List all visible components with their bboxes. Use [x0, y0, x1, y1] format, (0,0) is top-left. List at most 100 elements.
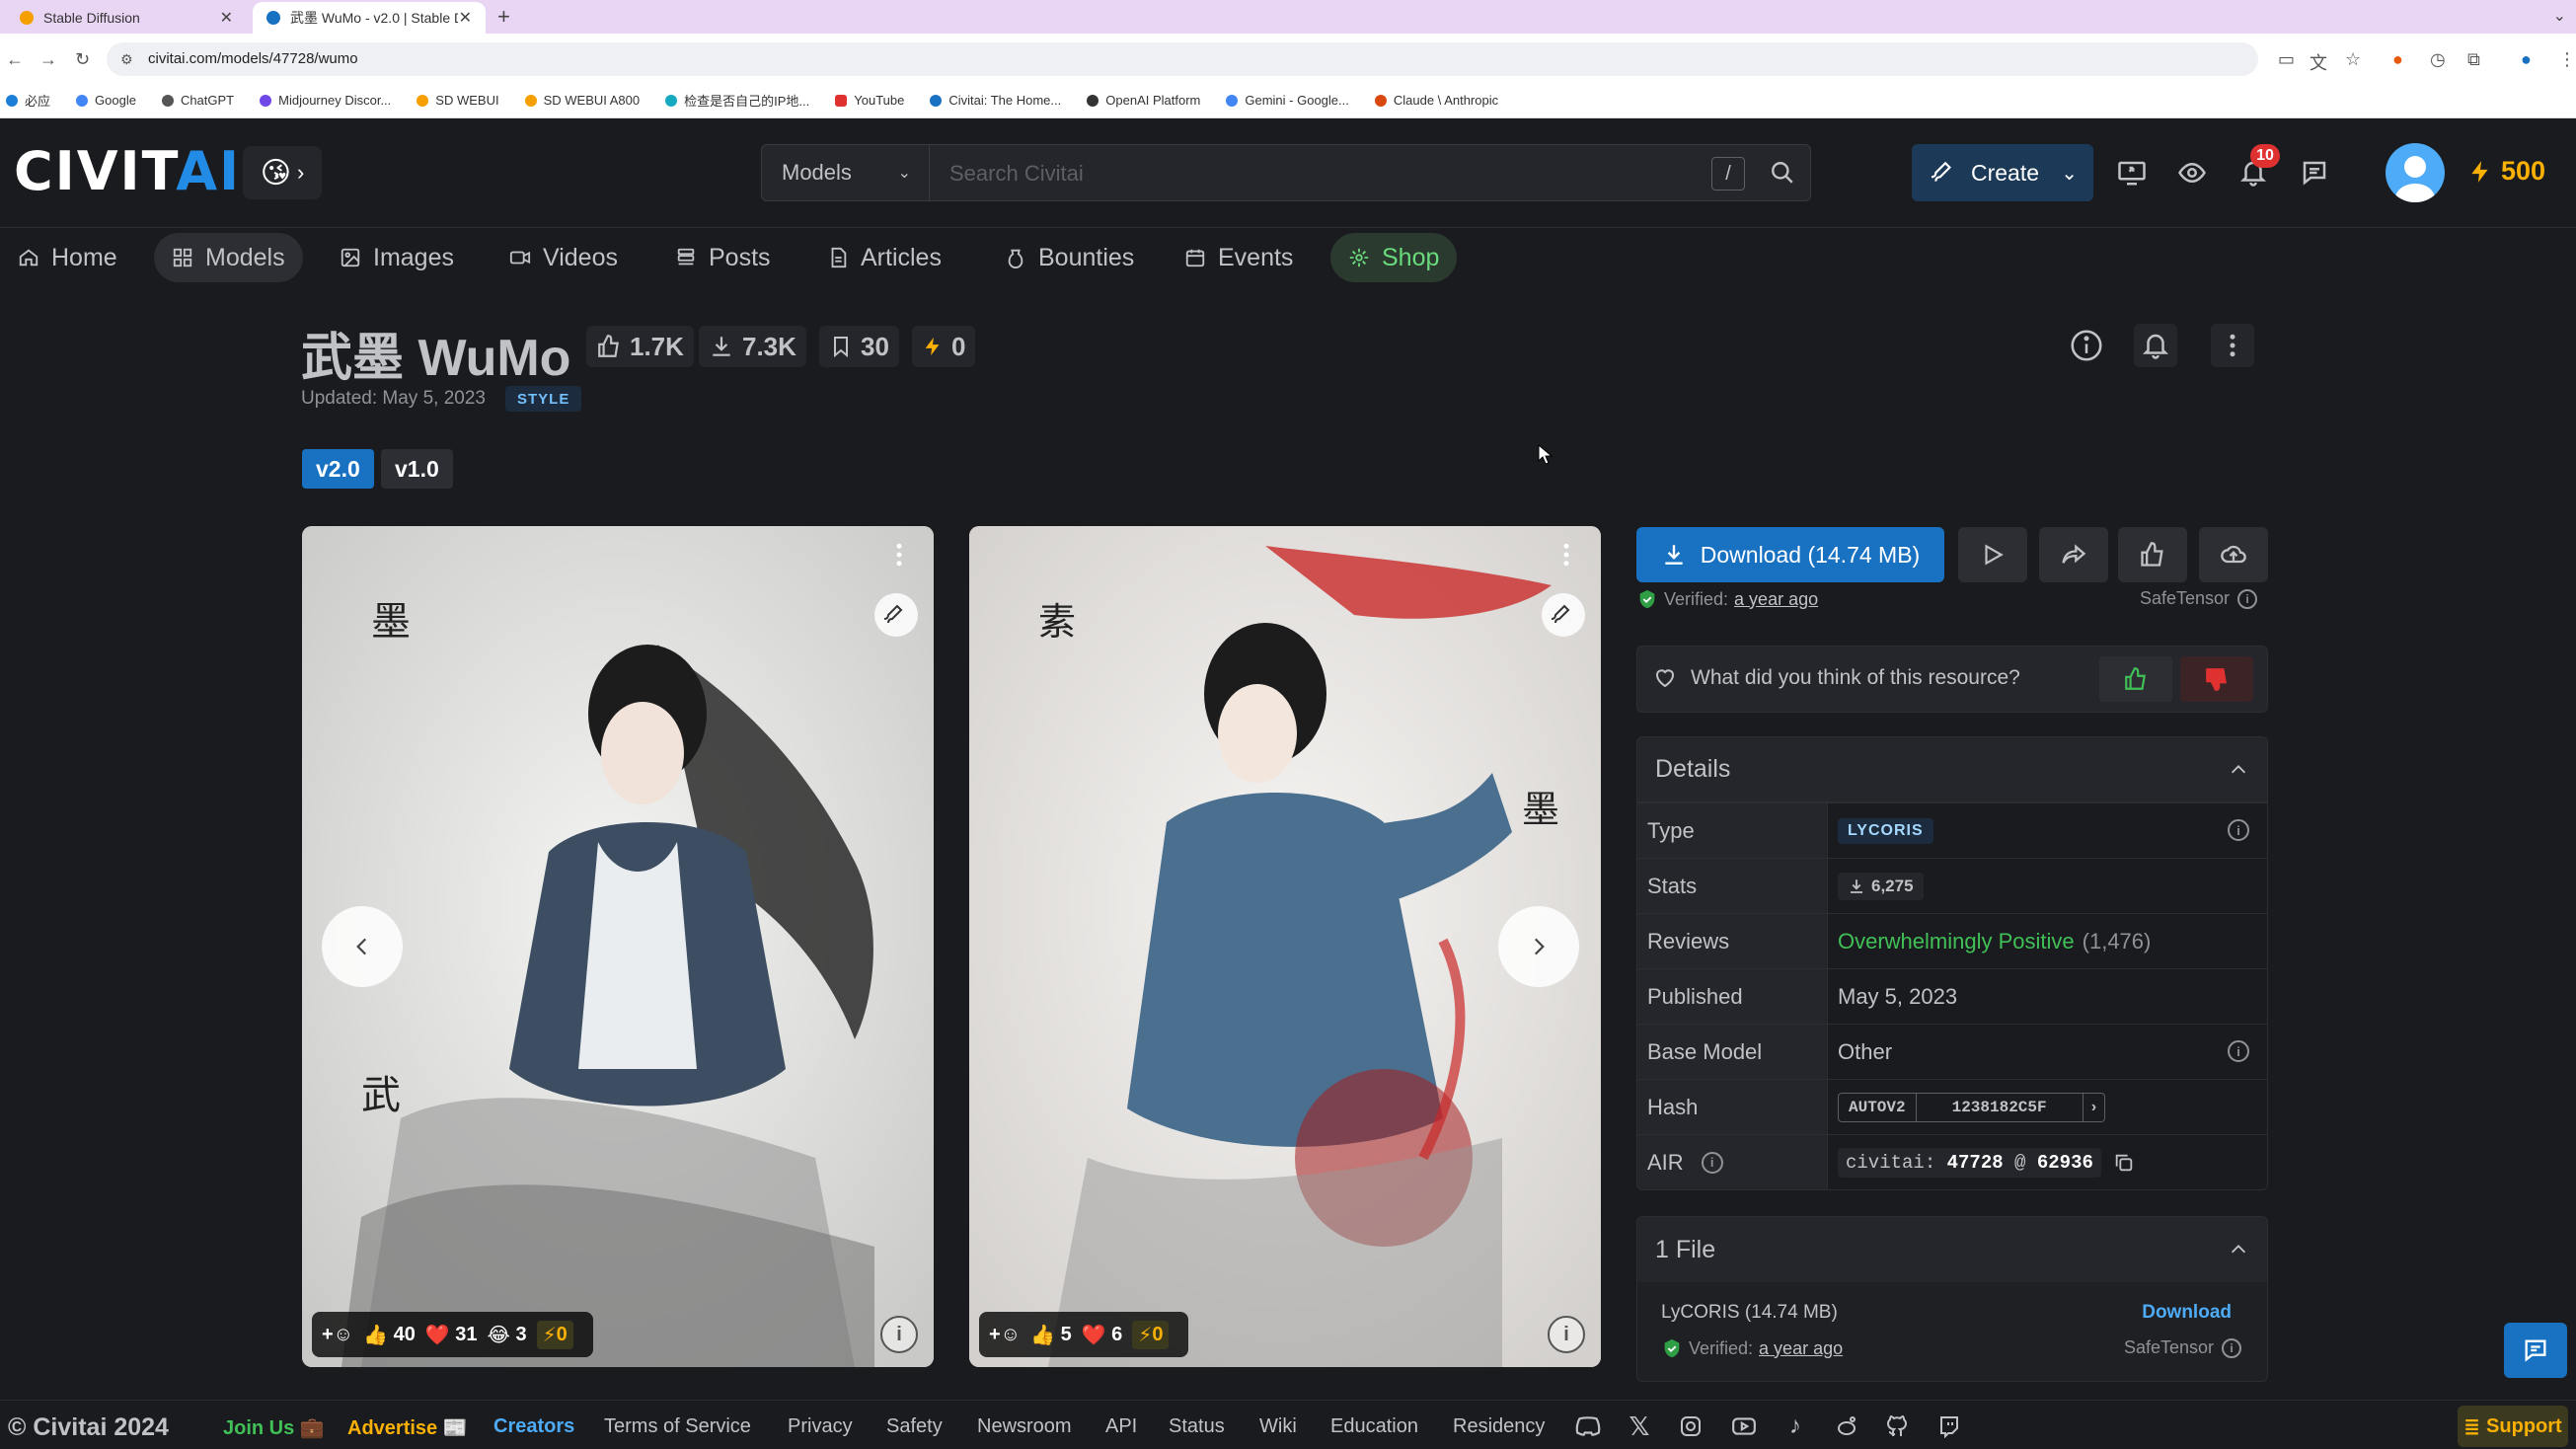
github-icon[interactable] [1885, 1413, 1911, 1439]
back-icon[interactable]: ← [6, 49, 24, 70]
profile-icon[interactable]: ● [2521, 49, 2532, 70]
browser-tab-wumo[interactable]: 武墨 WuMo - v2.0 | Stable Di... ✕ [253, 2, 486, 34]
run-generate-button[interactable] [1958, 527, 2027, 582]
translate-icon[interactable]: 文 [2310, 49, 2327, 75]
bookmark-item[interactable]: Midjourney Discor... [260, 93, 391, 108]
copy-icon[interactable] [2113, 1152, 2135, 1174]
reddit-icon[interactable] [1834, 1413, 1859, 1439]
bookmark-item[interactable]: Claude \ Anthropic [1374, 93, 1498, 108]
add-reaction-button[interactable]: +☺ [322, 1324, 353, 1346]
close-tab-icon[interactable]: ✕ [459, 8, 472, 28]
info-icon[interactable]: i [1701, 1151, 1723, 1174]
new-tab-button[interactable]: + [497, 4, 510, 30]
forward-icon[interactable]: → [39, 49, 57, 70]
nav-models[interactable]: Models [154, 233, 303, 282]
extensions-puzzle-icon[interactable]: ⧉ [2467, 49, 2480, 70]
like-button[interactable] [2118, 527, 2187, 582]
image-options-button[interactable] [1552, 540, 1581, 574]
bookmark-item[interactable]: OpenAI Platform [1087, 93, 1200, 108]
info-icon[interactable]: i [2228, 819, 2249, 841]
footer-residency[interactable]: Residency [1453, 1415, 1545, 1438]
bookmark-item[interactable]: Gemini - Google... [1226, 93, 1349, 108]
save-to-cloud-button[interactable] [2199, 527, 2268, 582]
browser-menu-icon[interactable]: ⋮ [2558, 49, 2576, 70]
remix-button[interactable] [1542, 593, 1585, 637]
footer-status[interactable]: Status [1169, 1415, 1225, 1438]
image-info-button[interactable]: i [1548, 1316, 1585, 1353]
nav-shop[interactable]: Shop [1330, 233, 1458, 282]
bookmark-item[interactable]: YouTube [835, 93, 904, 108]
footer-newsroom[interactable]: Newsroom [977, 1415, 1072, 1438]
eye-visibility-icon[interactable] [2175, 156, 2209, 190]
info-icon[interactable]: i [2237, 588, 2258, 609]
footer-wiki[interactable]: Wiki [1259, 1415, 1297, 1438]
download-button[interactable]: Download (14.74 MB) [1636, 527, 1944, 582]
like-reaction[interactable]: 👍 40 [363, 1323, 416, 1347]
user-avatar[interactable] [2386, 143, 2445, 202]
bookmark-item[interactable]: 检查是否自己的IP地... [665, 91, 809, 110]
bookmark-item[interactable]: 必应 [6, 91, 50, 110]
reload-icon[interactable]: ↻ [75, 49, 90, 70]
bookmark-item[interactable]: Google [76, 93, 136, 108]
youtube-icon[interactable] [1731, 1413, 1757, 1439]
support-button[interactable]: ≣ Support [2458, 1406, 2568, 1447]
buzz-balance[interactable]: 500 [2467, 156, 2545, 187]
files-header[interactable]: 1 File [1637, 1217, 2267, 1282]
review-thumbs-down-button[interactable] [2180, 656, 2253, 702]
footer-terms[interactable]: Terms of Service [604, 1415, 751, 1438]
details-header[interactable]: Details [1637, 737, 2267, 802]
search-input[interactable] [932, 145, 1702, 202]
version-tab-v2[interactable]: v2.0 [302, 449, 374, 489]
tiktok-icon[interactable]: ♪ [1782, 1412, 1808, 1439]
gallery-next-button[interactable] [1498, 906, 1579, 987]
more-options-button[interactable] [2211, 324, 2254, 367]
civitai-logo[interactable]: CIVITAI [14, 140, 241, 202]
nav-posts[interactable]: Posts [657, 233, 789, 282]
nav-videos[interactable]: Videos [492, 233, 636, 282]
info-icon[interactable]: i [2228, 1040, 2249, 1062]
file-download-link[interactable]: Download [2142, 1302, 2232, 1324]
chat-messages-icon[interactable] [2298, 156, 2331, 190]
nav-articles[interactable]: Articles [809, 233, 959, 282]
site-info-icon[interactable]: ⚙ [120, 42, 133, 76]
chat-support-button[interactable] [2504, 1323, 2567, 1378]
type-badge[interactable]: LYCORIS [1838, 817, 1933, 844]
version-tab-v1[interactable]: v1.0 [381, 449, 453, 489]
close-tab-icon[interactable]: ✕ [220, 8, 233, 28]
bookmark-item[interactable]: SD WEBUI [417, 93, 499, 108]
hash-selector[interactable]: AUTOV2 1238182C5F › [1838, 1092, 2106, 1122]
footer-api[interactable]: API [1105, 1415, 1137, 1438]
footer-creators[interactable]: Creators [493, 1415, 574, 1438]
chevron-right-icon[interactable]: › [2082, 1093, 2105, 1121]
search-button[interactable] [1755, 145, 1810, 200]
share-button[interactable] [2039, 527, 2108, 582]
history-icon[interactable]: ◷ [2430, 49, 2446, 70]
footer-join-us[interactable]: Join Us 💼 [223, 1415, 325, 1440]
heart-reaction[interactable]: ❤️ 6 [1082, 1323, 1123, 1347]
verified-time-link[interactable]: a year ago [1734, 589, 1818, 610]
review-thumbs-up-button[interactable] [2099, 656, 2172, 702]
add-reaction-button[interactable]: +☺ [989, 1324, 1021, 1346]
style-tag-badge[interactable]: STYLE [505, 386, 582, 412]
heart-reaction[interactable]: ❤️ 31 [425, 1323, 478, 1347]
browser-tab-stable-diffusion[interactable]: Stable Diffusion ✕ [6, 2, 247, 34]
info-icon[interactable]: i [2222, 1337, 2241, 1358]
tab-search-icon[interactable]: ⌄ [2553, 6, 2566, 26]
twitch-icon[interactable] [1936, 1413, 1962, 1439]
buzz-tip-reaction[interactable]: ⚡ 0 [536, 1320, 573, 1349]
bookmark-star-icon[interactable]: ☆ [2345, 49, 2361, 70]
nav-events[interactable]: Events [1167, 233, 1311, 282]
install-icon[interactable]: ▭ [2278, 49, 2295, 70]
instagram-icon[interactable] [1678, 1413, 1704, 1439]
nav-images[interactable]: Images [322, 233, 472, 282]
x-twitter-icon[interactable]: 𝕏 [1627, 1411, 1652, 1441]
follow-notify-button[interactable] [2134, 324, 2177, 367]
like-reaction[interactable]: 👍 5 [1030, 1323, 1072, 1347]
gallery-prev-button[interactable] [322, 906, 403, 987]
footer-advertise[interactable]: Advertise 📰 [347, 1415, 468, 1440]
laugh-reaction[interactable]: 😂 3 [488, 1323, 527, 1347]
url-field[interactable]: ⚙ civitai.com/models/47728/wumo [107, 42, 2258, 76]
nav-home[interactable]: Home [0, 233, 135, 282]
image-info-button[interactable]: i [880, 1316, 918, 1353]
buzz-tip-reaction[interactable]: ⚡ 0 [1132, 1320, 1170, 1349]
